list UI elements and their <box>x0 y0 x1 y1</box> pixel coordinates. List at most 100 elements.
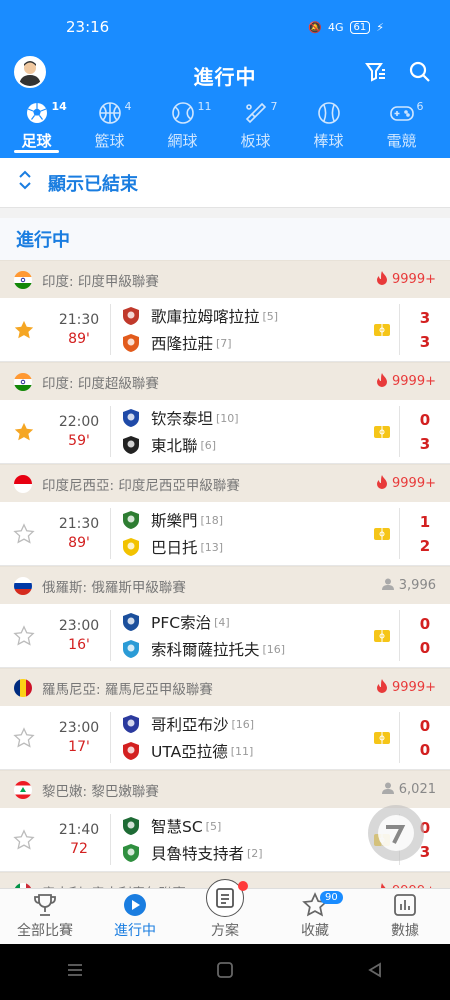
tab-count: 7 <box>270 100 278 113</box>
tab-sport-3[interactable]: 7 板球 <box>219 96 292 158</box>
match-row[interactable]: 23:00 17' 哥利亞布沙 [16] UTA亞拉德 [11] 0 0 <box>0 706 450 770</box>
tab-count: 6 <box>416 100 424 113</box>
match-row[interactable]: 21:30 89' 歌庫拉姆喀拉拉 [5] 西隆拉莊 [7] 3 3 <box>0 298 450 362</box>
tab-sport-6[interactable]: 排 <box>438 96 450 158</box>
away-team: 索科爾薩拉托夫 [16] <box>121 638 365 660</box>
tab-sport-2[interactable]: 11 網球 <box>146 96 219 158</box>
gamepad-icon <box>389 101 415 129</box>
status-time: 23:16 <box>66 18 110 36</box>
league-header[interactable]: 印度尼西亞: 印度尼西亞甲級聯賽 9999+ <box>0 464 450 502</box>
avatar[interactable] <box>14 56 46 88</box>
home-icon[interactable] <box>216 961 234 983</box>
league-header[interactable]: 印度: 印度超級聯賽 9999+ <box>0 362 450 400</box>
league-name: 羅馬尼亞: 羅馬尼亞甲級聯賽 <box>42 681 213 698</box>
league-name: 俄羅斯: 俄羅斯甲級聯賽 <box>42 579 186 596</box>
back-icon[interactable] <box>366 961 384 983</box>
notification-dot <box>238 881 248 891</box>
nav-favorites[interactable]: 90 收藏 <box>270 889 360 944</box>
tab-label: 網球 <box>167 132 198 150</box>
away-team-name: UTA亞拉德 <box>151 743 228 761</box>
home-team-rank: [10] <box>216 411 239 425</box>
nav-label: 收藏 <box>301 923 329 939</box>
league-header[interactable]: 羅馬尼亞: 羅馬尼亞甲級聯賽 9999+ <box>0 668 450 706</box>
nav-all-matches[interactable]: 全部比賽 <box>0 889 90 944</box>
league-heat: 3,996 <box>381 578 436 594</box>
top-bar: 進行中 <box>0 54 450 96</box>
battery-icon: 61 <box>349 20 371 34</box>
home-team: 哥利亞布沙 [16] <box>121 713 365 735</box>
away-score: 3 <box>419 332 431 351</box>
indonesia-flag-icon <box>14 474 32 493</box>
fire-icon <box>376 474 388 493</box>
nav-plans[interactable]: 方案 <box>180 879 270 944</box>
heat-count: 9999+ <box>392 476 436 491</box>
tab-count: 11 <box>197 100 212 113</box>
tennis-ball-icon <box>171 101 195 129</box>
home-team-crest-icon <box>121 408 141 428</box>
tab-sport-1[interactable]: 4 籃球 <box>73 96 146 158</box>
match-minute: 17' <box>68 739 90 755</box>
menu-icon[interactable] <box>66 962 84 982</box>
charging-icon: ⚡ <box>376 20 384 34</box>
heat-count: 6,021 <box>398 782 436 797</box>
favorite-star-icon[interactable] <box>0 604 48 667</box>
status-bar: 23:16 🔕 4G 61 ⚡ <box>0 0 450 54</box>
people-icon <box>381 782 395 798</box>
tab-label: 籃球 <box>94 132 125 150</box>
league-header[interactable]: 黎巴嫩: 黎巴嫩聯賽 6,021 <box>0 770 450 808</box>
league-header[interactable]: 印度: 印度甲級聯賽 9999+ <box>0 260 450 298</box>
live-field-icon[interactable] <box>365 400 399 463</box>
away-team-name: 索科爾薩拉托夫 <box>151 641 260 659</box>
floating-assistant-button[interactable] <box>368 805 424 861</box>
league-header[interactable]: 俄羅斯: 俄羅斯甲級聯賽 3,996 <box>0 566 450 604</box>
section-title: 進行中 <box>0 218 450 260</box>
tab-label: 板球 <box>240 132 271 150</box>
home-team-rank: [5] <box>205 819 222 833</box>
nav-data[interactable]: 數據 <box>360 889 450 944</box>
live-field-icon[interactable] <box>365 706 399 769</box>
tab-sport-0[interactable]: 14 足球 <box>0 96 73 158</box>
heat-count: 9999+ <box>392 374 436 389</box>
match-time: 21:30 <box>58 312 100 328</box>
cricket-bat-icon <box>244 101 268 129</box>
home-team-crest-icon <box>121 306 141 326</box>
search-icon[interactable] <box>408 60 432 84</box>
show-finished-toggle[interactable]: 顯示已結束 <box>0 158 450 208</box>
tab-sport-4[interactable]: 棒球 <box>292 96 365 158</box>
favorite-star-icon[interactable] <box>0 502 48 565</box>
away-score: 3 <box>419 434 431 453</box>
filter-icon[interactable] <box>364 60 388 84</box>
home-team-name: 钦奈泰坦 <box>151 410 214 428</box>
match-row[interactable]: 23:00 16' PFC索治 [4] 索科爾薩拉托夫 [16] 0 0 <box>0 604 450 668</box>
favorite-star-icon[interactable] <box>0 808 48 871</box>
tab-label: 足球 <box>21 132 52 150</box>
tab-count: 14 <box>51 100 67 113</box>
home-team-name: 智慧SC <box>151 818 203 836</box>
favorite-star-icon[interactable] <box>0 706 48 769</box>
away-team: 西隆拉莊 [7] <box>121 332 365 354</box>
away-team-crest-icon <box>121 843 141 863</box>
league-name: 黎巴嫩: 黎巴嫩聯賽 <box>42 783 159 800</box>
away-score: 0 <box>419 740 431 759</box>
home-score: 0 <box>419 716 431 735</box>
heat-count: 9999+ <box>392 272 436 287</box>
nav-live[interactable]: 進行中 <box>90 889 180 944</box>
league-heat: 9999+ <box>376 678 436 697</box>
favorite-star-icon[interactable] <box>0 298 48 361</box>
live-field-icon[interactable] <box>365 604 399 667</box>
live-field-icon[interactable] <box>365 502 399 565</box>
system-nav-bar <box>0 944 450 1000</box>
home-team-crest-icon <box>121 510 141 530</box>
match-row[interactable]: 21:30 89' 斯樂門 [18] 巴日托 [13] 1 2 <box>0 502 450 566</box>
home-team-crest-icon <box>121 714 141 734</box>
match-row[interactable]: 22:00 59' 钦奈泰坦 [10] 東北聯 [6] 0 3 <box>0 400 450 464</box>
favorite-star-icon[interactable] <box>0 400 48 463</box>
live-field-icon[interactable] <box>365 298 399 361</box>
tab-sport-5[interactable]: 6 電競 <box>365 96 438 158</box>
away-team-rank: [6] <box>200 438 217 452</box>
home-team-crest-icon <box>121 612 141 632</box>
russia-flag-icon <box>14 576 32 595</box>
away-team-rank: [7] <box>216 336 232 350</box>
away-team: UTA亞拉德 [11] <box>121 740 365 762</box>
away-team: 巴日托 [13] <box>121 536 365 558</box>
